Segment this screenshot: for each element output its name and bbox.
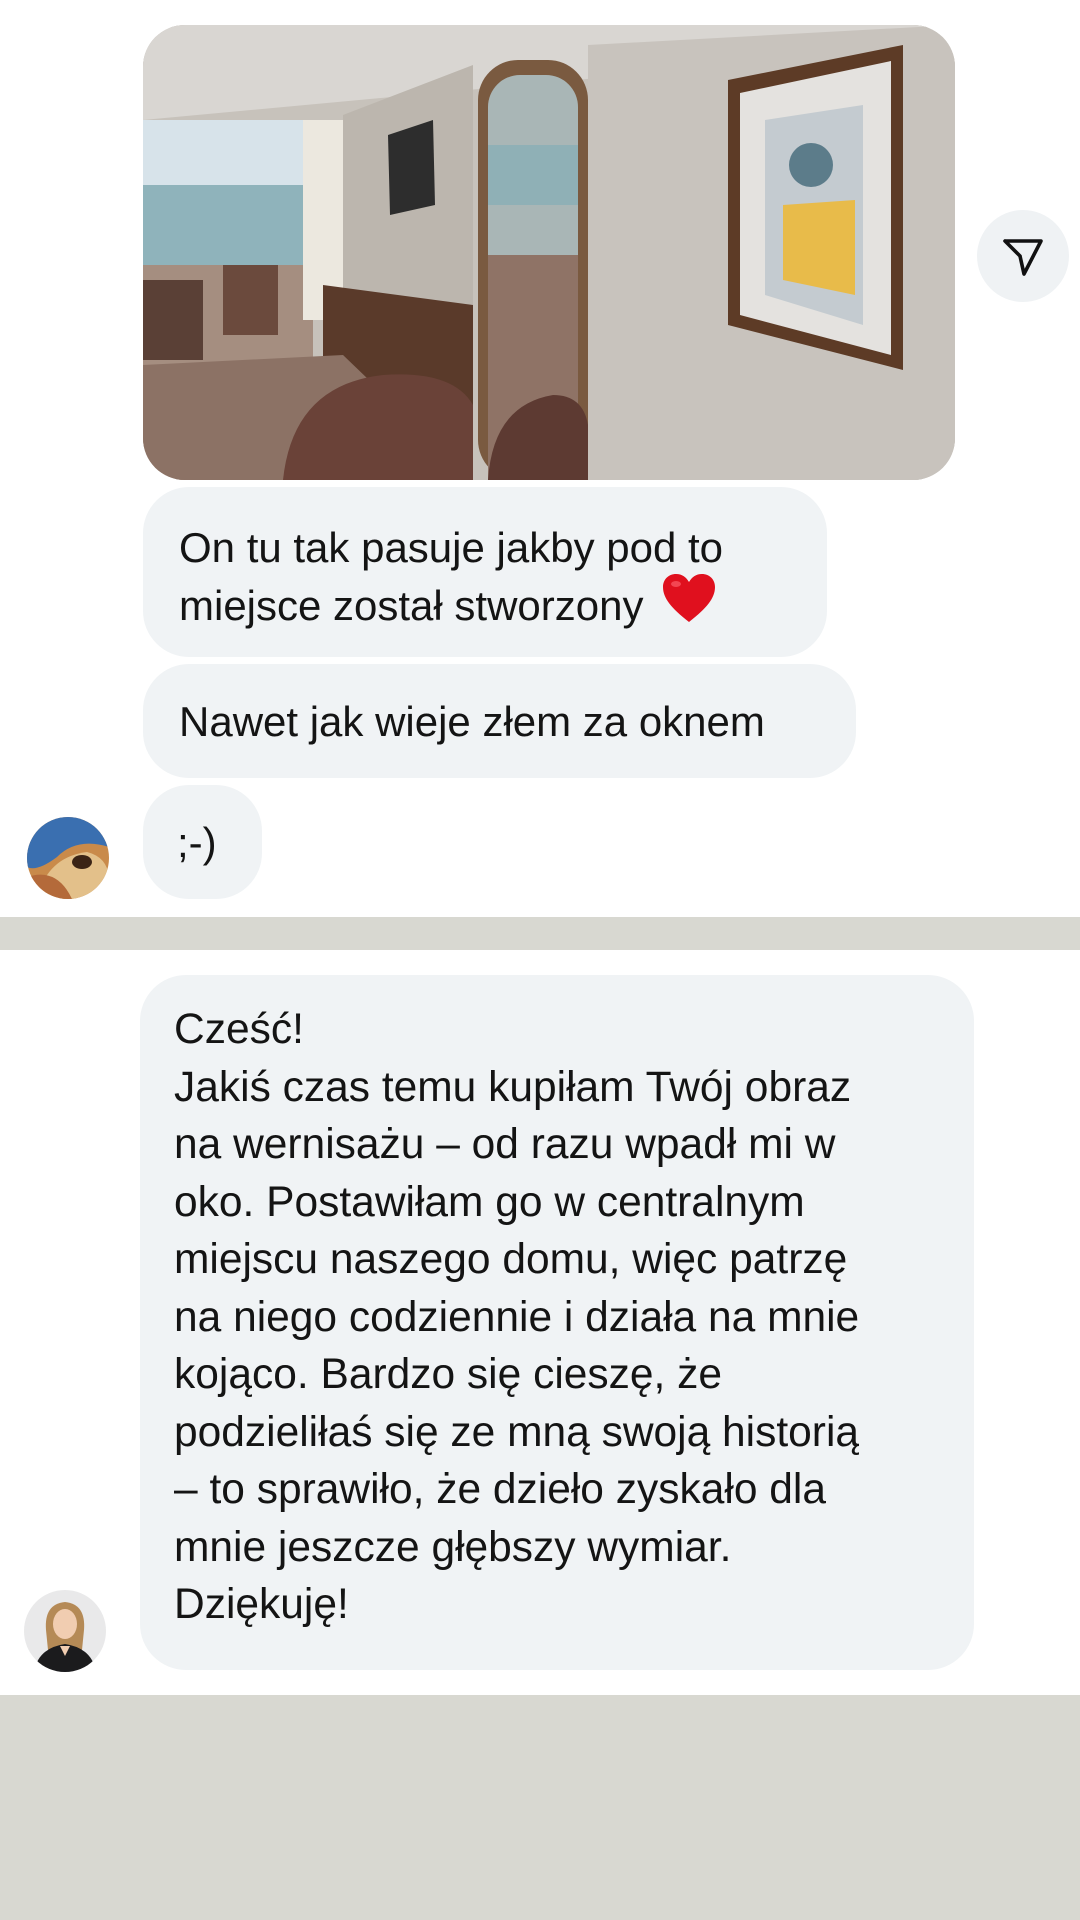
message-bubble[interactable]: Nawet jak wieje złem za oknem: [143, 664, 856, 778]
message-text-line: oko. Postawiłam go w centralnym: [174, 1178, 805, 1226]
chat-thread-top: On tu tak pasuje jakby pod to miejsce zo…: [0, 0, 1080, 917]
message-bubble[interactable]: ;-): [143, 785, 262, 899]
message-text-line: – to sprawiło, że dzieło zyskało dla: [174, 1466, 826, 1513]
chat-thread-bottom: Cześć! Jakiś czas temu kupiłam Twój obra…: [0, 950, 1080, 1695]
message-text: Nawet jak wieje złem za oknem: [179, 698, 765, 745]
message-text-line: kojąco. Bardzo się cieszę, że: [174, 1351, 723, 1398]
photo-message[interactable]: [143, 25, 955, 480]
message-bubble[interactable]: Cześć! Jakiś czas temu kupiłam Twój obra…: [140, 975, 974, 1670]
sender-avatar[interactable]: [27, 817, 109, 899]
message-text-line: Dziękuję!: [174, 1581, 349, 1628]
message-text: ;-): [177, 819, 217, 866]
message-text-line: miejsce został stworzony: [179, 582, 644, 630]
message-text-line: miejscu naszego domu, więc patrzę: [174, 1236, 848, 1283]
message-text-line: Cześć!: [174, 1006, 304, 1053]
message-text-line: Jakiś czas temu kupiłam Twój obraz: [174, 1063, 852, 1111]
share-button[interactable]: [977, 210, 1069, 302]
message-text-line: na niego codziennie i działa na mnie: [174, 1293, 860, 1341]
paper-plane-icon: [1003, 239, 1043, 276]
message-bubble[interactable]: On tu tak pasuje jakby pod to miejsce zo…: [143, 487, 827, 657]
sender-avatar[interactable]: [24, 1590, 106, 1672]
message-text-line: mnie jeszcze głębszy wymiar.: [174, 1523, 732, 1571]
message-text-line: On tu tak pasuje jakby pod to: [179, 524, 724, 571]
message-text-line: na wernisażu – od razu wpadł mi w: [174, 1121, 836, 1168]
message-text-line: podzieliłaś się ze mną swoją historią: [174, 1408, 860, 1456]
red-heart-icon: [661, 572, 717, 638]
interior-photo: [143, 25, 955, 480]
